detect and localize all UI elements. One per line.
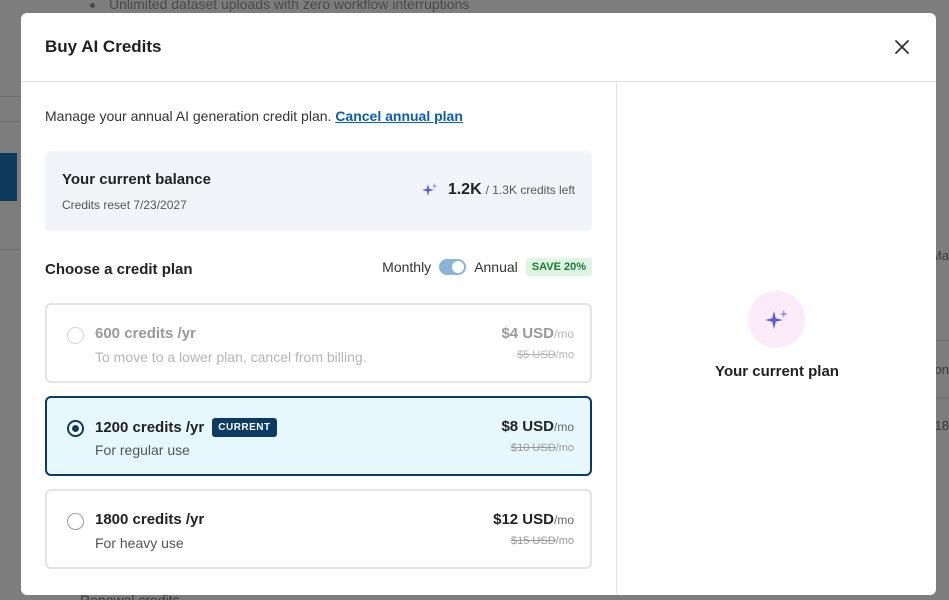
modal-title: Buy AI Credits bbox=[45, 37, 162, 56]
plan-radio[interactable] bbox=[67, 420, 84, 437]
plan-option-600: 600 credits /yr To move to a lower plan,… bbox=[45, 303, 592, 383]
manage-plan-text: Manage your annual AI generation credit … bbox=[45, 108, 463, 124]
close-button[interactable] bbox=[892, 37, 912, 57]
balance-value: 1.2K / 1.3K credits left bbox=[421, 181, 575, 199]
manage-plan-label: Manage your annual AI generation credit … bbox=[45, 108, 332, 124]
plan-option-1800[interactable]: 1800 credits /yr For heavy use $12 USD/m… bbox=[45, 489, 592, 569]
monthly-label[interactable]: Monthly bbox=[382, 259, 431, 275]
plan-section-header: Choose a credit plan Monthly Annual SAVE… bbox=[45, 258, 592, 282]
plan-old-price: $5 USD/mo bbox=[517, 349, 574, 361]
save-badge: SAVE 20% bbox=[525, 258, 592, 276]
billing-period-toggle[interactable] bbox=[439, 259, 467, 275]
plan-old-price: $15 USD/mo bbox=[511, 535, 574, 547]
background-divider bbox=[936, 397, 949, 398]
current-plan-label: Your current plan bbox=[715, 363, 839, 380]
credits-reset-date: Credits reset 7/23/2027 bbox=[62, 198, 187, 212]
plan-name: 1200 credits /yr CURRENT bbox=[95, 418, 277, 437]
sparkle-icon bbox=[421, 183, 438, 196]
background-divider bbox=[0, 249, 21, 250]
background-divider bbox=[936, 340, 949, 341]
plan-name: 600 credits /yr bbox=[95, 325, 196, 342]
background-divider bbox=[0, 121, 21, 122]
current-badge: CURRENT bbox=[212, 418, 277, 437]
plan-price: $4 USD/mo bbox=[501, 325, 574, 342]
plan-price: $12 USD/mo bbox=[493, 511, 574, 528]
balance-title: Your current balance bbox=[62, 171, 211, 188]
toggle-knob bbox=[452, 261, 465, 273]
annual-label[interactable]: Annual bbox=[474, 259, 518, 275]
plan-selection-pane: Manage your annual AI generation credit … bbox=[21, 82, 617, 595]
cancel-annual-plan-link[interactable]: Cancel annual plan bbox=[335, 108, 463, 124]
sparkle-icon bbox=[764, 309, 788, 329]
plan-section-title: Choose a credit plan bbox=[45, 261, 193, 278]
plan-old-price: $10 USD/mo bbox=[511, 442, 574, 454]
plan-price: $8 USD/mo bbox=[501, 418, 574, 435]
billing-toggle-row: Monthly Annual SAVE 20% bbox=[382, 258, 592, 276]
plan-option-1200[interactable]: 1200 credits /yr CURRENT For regular use… bbox=[45, 396, 592, 476]
balance-card: Your current balance Credits reset 7/23/… bbox=[45, 151, 592, 231]
buy-credits-modal: Buy AI Credits Manage your annual AI gen… bbox=[21, 13, 936, 595]
plan-description: For heavy use bbox=[95, 535, 184, 551]
background-feature-text: Unlimited dataset uploads with zero work… bbox=[90, 0, 469, 12]
close-icon bbox=[895, 40, 909, 54]
modal-header: Buy AI Credits bbox=[21, 13, 936, 82]
plan-name: 1800 credits /yr bbox=[95, 511, 205, 528]
plan-radio[interactable] bbox=[67, 513, 84, 530]
plan-description: For regular use bbox=[95, 442, 190, 458]
balance-amount: 1.2K bbox=[447, 181, 482, 198]
balance-suffix: / 1.3K credits left bbox=[485, 183, 575, 197]
plan-radio bbox=[67, 327, 84, 344]
background-column-text: 18 bbox=[934, 418, 949, 433]
current-plan-pane: Your current plan bbox=[616, 82, 936, 595]
current-plan-icon-circle bbox=[748, 291, 805, 348]
plan-description: To move to a lower plan, cancel from bil… bbox=[95, 349, 367, 365]
background-nav-highlight bbox=[0, 153, 17, 201]
background-column-text: on bbox=[934, 362, 949, 377]
background-divider bbox=[0, 96, 21, 97]
